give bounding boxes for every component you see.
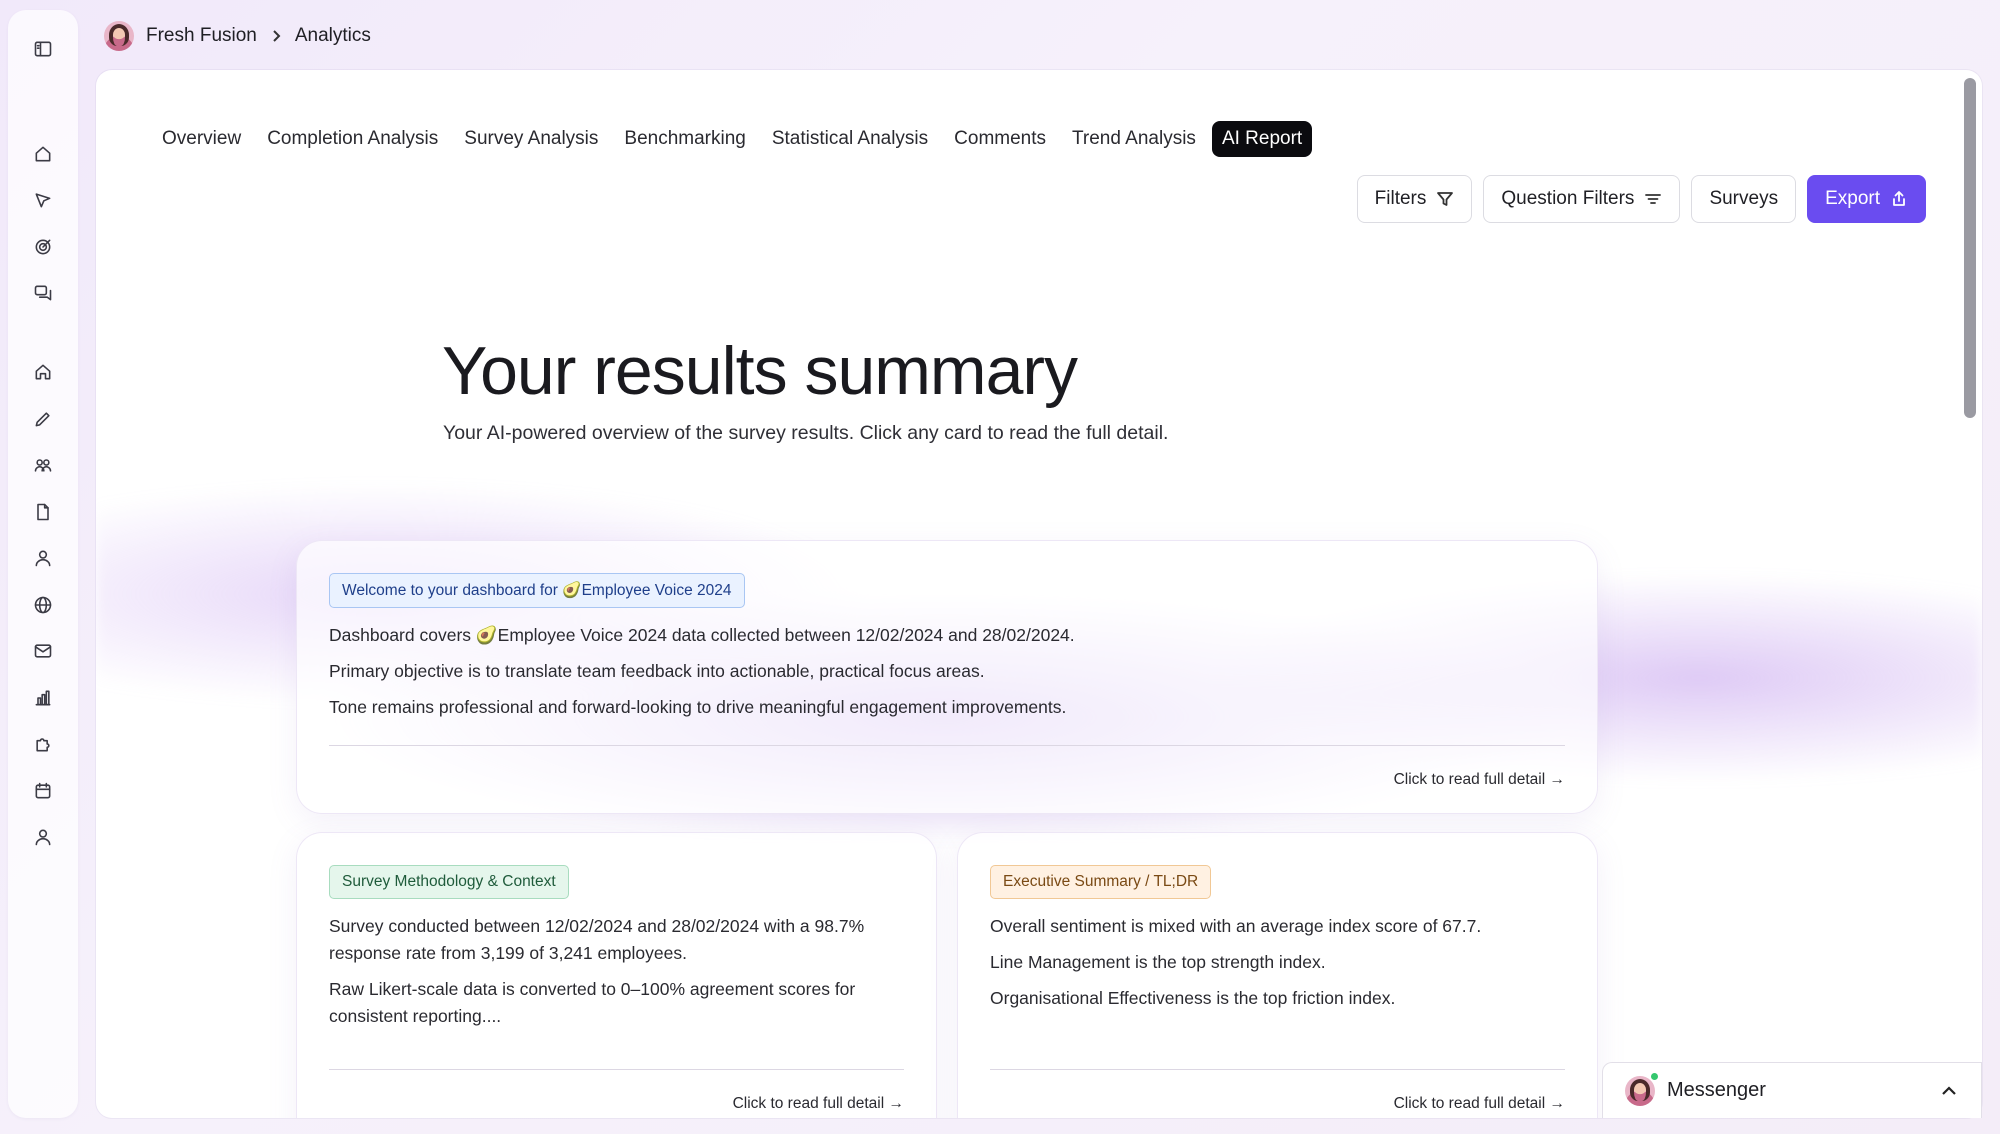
user-icon[interactable] (31, 546, 55, 570)
welcome-line: Tone remains professional and forward-lo… (329, 697, 1067, 717)
tab-ai-report[interactable]: AI Report (1211, 121, 1313, 157)
methodology-line: Raw Likert-scale data is converted to 0–… (329, 979, 856, 1026)
main-panel: Overview Completion Analysis Survey Anal… (96, 70, 1982, 1118)
document-icon[interactable] (31, 500, 55, 524)
methodology-card-tag: Survey Methodology & Context (329, 865, 569, 899)
executive-card-tag: Executive Summary / TL;DR (990, 865, 1212, 899)
puzzle-icon[interactable] (31, 732, 55, 756)
question-filters-button[interactable]: Question Filters (1483, 175, 1681, 223)
messenger-bar[interactable]: Messenger (1602, 1062, 1982, 1118)
export-button[interactable]: Export (1807, 175, 1926, 223)
tab-benchmarking[interactable]: Benchmarking (614, 121, 755, 157)
breadcrumb: Fresh Fusion Analytics (104, 18, 371, 54)
tab-survey-analysis[interactable]: Survey Analysis (454, 121, 608, 157)
tab-completion-analysis[interactable]: Completion Analysis (257, 121, 448, 157)
chevron-right-icon (269, 29, 283, 43)
welcome-card-tag: Welcome to your dashboard for 🥑Employee … (329, 573, 745, 608)
export-label: Export (1825, 188, 1880, 209)
page-subtitle: Your AI-powered overview of the survey r… (443, 422, 1169, 444)
home-icon[interactable] (31, 142, 55, 166)
welcome-card[interactable]: Welcome to your dashboard for 🥑Employee … (296, 540, 1598, 814)
page-title: Your results summary (442, 333, 1078, 409)
online-status-dot (1649, 1071, 1660, 1082)
target-icon[interactable] (31, 235, 55, 259)
scrollbar[interactable] (1964, 78, 1976, 418)
methodology-read-more-link[interactable]: Click to read full detail → (329, 1069, 904, 1118)
messenger-label: Messenger (1667, 1079, 1766, 1101)
breadcrumb-workspace[interactable]: Fresh Fusion (146, 25, 257, 47)
workspace-avatar[interactable] (104, 21, 134, 51)
welcome-line: Primary objective is to translate team f… (329, 661, 985, 681)
tab-trend-analysis[interactable]: Trend Analysis (1062, 121, 1206, 157)
house-icon[interactable] (31, 360, 55, 384)
methodology-card[interactable]: Survey Methodology & Context Survey cond… (296, 832, 937, 1118)
profile-icon[interactable] (31, 825, 55, 849)
tab-overview[interactable]: Overview (152, 121, 251, 157)
mail-icon[interactable] (31, 639, 55, 663)
question-filters-label: Question Filters (1501, 188, 1635, 209)
executive-summary-card[interactable]: Executive Summary / TL;DR Overall sentim… (957, 832, 1598, 1118)
announcement-icon[interactable] (31, 188, 55, 212)
tab-comments[interactable]: Comments (944, 121, 1056, 157)
calendar-icon[interactable] (31, 779, 55, 803)
filters-label: Filters (1374, 188, 1427, 209)
breadcrumb-page: Analytics (294, 25, 371, 46)
sidebar-toggle-icon[interactable] (31, 37, 55, 61)
methodology-line: Survey conducted between 12/02/2024 and … (329, 916, 865, 963)
filters-button[interactable]: Filters (1356, 175, 1473, 223)
share-upload-icon (1893, 191, 1905, 206)
funnel-icon (1437, 192, 1454, 206)
surveys-label: Surveys (1709, 188, 1779, 209)
welcome-read-more-link[interactable]: Click to read full detail → (329, 745, 1565, 813)
executive-read-more-link[interactable]: Click to read full detail → (990, 1069, 1565, 1118)
sidebar (8, 10, 78, 1118)
surveys-button[interactable]: Surveys (1691, 175, 1797, 223)
team-icon[interactable] (31, 453, 55, 477)
chat-icon[interactable] (31, 281, 55, 305)
globe-icon[interactable] (31, 593, 55, 617)
analytics-tabs: Overview Completion Analysis Survey Anal… (152, 121, 1313, 157)
executive-line: Overall sentiment is mixed with an avera… (990, 916, 1482, 936)
executive-line: Organisational Effectiveness is the top … (990, 988, 1396, 1008)
welcome-line: Dashboard covers 🥑Employee Voice 2024 da… (329, 625, 1075, 645)
pencil-icon[interactable] (31, 407, 55, 431)
toolbar: Filters Question Filters Surveys Export (1356, 175, 1926, 223)
tab-statistical-analysis[interactable]: Statistical Analysis (762, 121, 938, 157)
chevron-up-icon[interactable] (1939, 1081, 1959, 1101)
bar-chart-icon[interactable] (31, 686, 55, 710)
filter-lines-icon (1645, 194, 1662, 204)
executive-line: Line Management is the top strength inde… (990, 952, 1326, 972)
